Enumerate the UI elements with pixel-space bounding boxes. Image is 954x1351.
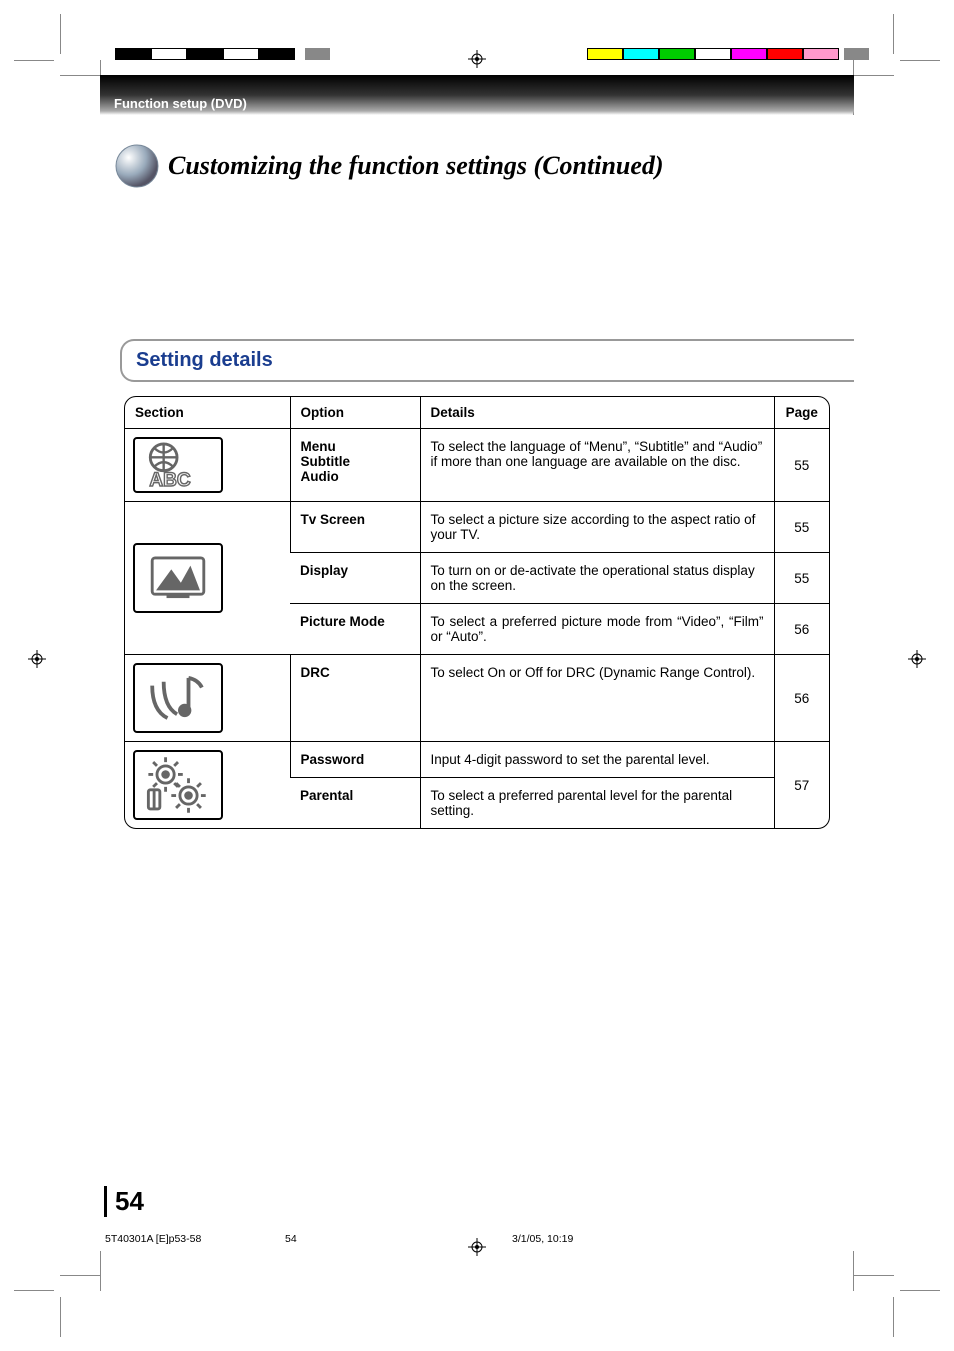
table-row: ABC Menu Subtitle Audio To select the la… (125, 429, 829, 502)
page-number: 54 (104, 1186, 144, 1217)
monitor-mountain-icon (133, 543, 223, 613)
subheader-box: Setting details (120, 339, 854, 382)
section-icon-cell (125, 502, 290, 655)
table-row: DRC To select On or Off for DRC (Dynamic… (125, 655, 829, 742)
section-icon-cell (125, 742, 290, 829)
page-cell: 57 (774, 742, 829, 829)
details-cell: To select a picture size according to th… (420, 502, 774, 553)
section-icon-cell (125, 655, 290, 742)
footer-filename: 5T40301A [E]p53-58 (105, 1233, 285, 1245)
sphere-icon (114, 143, 160, 189)
registration-mark-icon (28, 650, 46, 668)
svg-text:ABC: ABC (149, 470, 191, 491)
page-cell: 56 (774, 604, 829, 655)
option-cell: Tv Screen (290, 502, 420, 553)
details-cell: To select the language of “Menu”, “Subti… (420, 429, 774, 502)
th-page: Page (774, 397, 829, 429)
th-option: Option (290, 397, 420, 429)
table-header-row: Section Option Details Page (125, 397, 829, 429)
option-cell: DRC (290, 655, 420, 742)
page-cell: 55 (774, 502, 829, 553)
footer-date: 3/1/05, 10:19 (512, 1233, 662, 1245)
settings-table: Section Option Details Page ABC (124, 396, 830, 829)
th-details: Details (420, 397, 774, 429)
option-cell: Picture Mode (290, 604, 420, 655)
details-cell: To select a preferred parental level for… (420, 778, 774, 829)
page-cell: 55 (774, 429, 829, 502)
table-row: Tv Screen To select a picture size accor… (125, 502, 829, 553)
footer-info: 5T40301A [E]p53-58 54 3/1/05, 10:19 (100, 1233, 854, 1245)
page-title: Customizing the function settings (Conti… (168, 151, 664, 181)
details-cell: To turn on or de-activate the operationa… (420, 553, 774, 604)
table-row: Password Input 4-digit password to set t… (125, 742, 829, 778)
option-cell: Password (290, 742, 420, 778)
subheader-text: Setting details (136, 349, 273, 371)
option-cell: Parental (290, 778, 420, 829)
breadcrumb: Function setup (DVD) (114, 96, 247, 111)
section-icon-cell: ABC (125, 429, 290, 502)
header-bar: Function setup (DVD) (100, 75, 854, 115)
details-cell: To select On or Off for DRC (Dynamic Ran… (420, 655, 774, 742)
speaker-note-icon (133, 663, 223, 733)
details-cell: To select a preferred picture mode from … (420, 604, 774, 655)
page-cell: 56 (774, 655, 829, 742)
page-content: Function setup (DVD) Customizing the fun… (100, 75, 854, 1251)
option-cell: Menu Subtitle Audio (290, 429, 420, 502)
footer-page: 54 (285, 1233, 325, 1245)
registration-mark-icon (468, 50, 486, 68)
registration-mark-icon (908, 650, 926, 668)
globe-abc-icon: ABC (133, 437, 223, 493)
gears-icon (133, 750, 223, 820)
details-cell: Input 4-digit password to set the parent… (420, 742, 774, 778)
th-section: Section (125, 397, 290, 429)
page-cell: 55 (774, 553, 829, 604)
title-row: Customizing the function settings (Conti… (100, 143, 854, 189)
option-cell: Display (290, 553, 420, 604)
